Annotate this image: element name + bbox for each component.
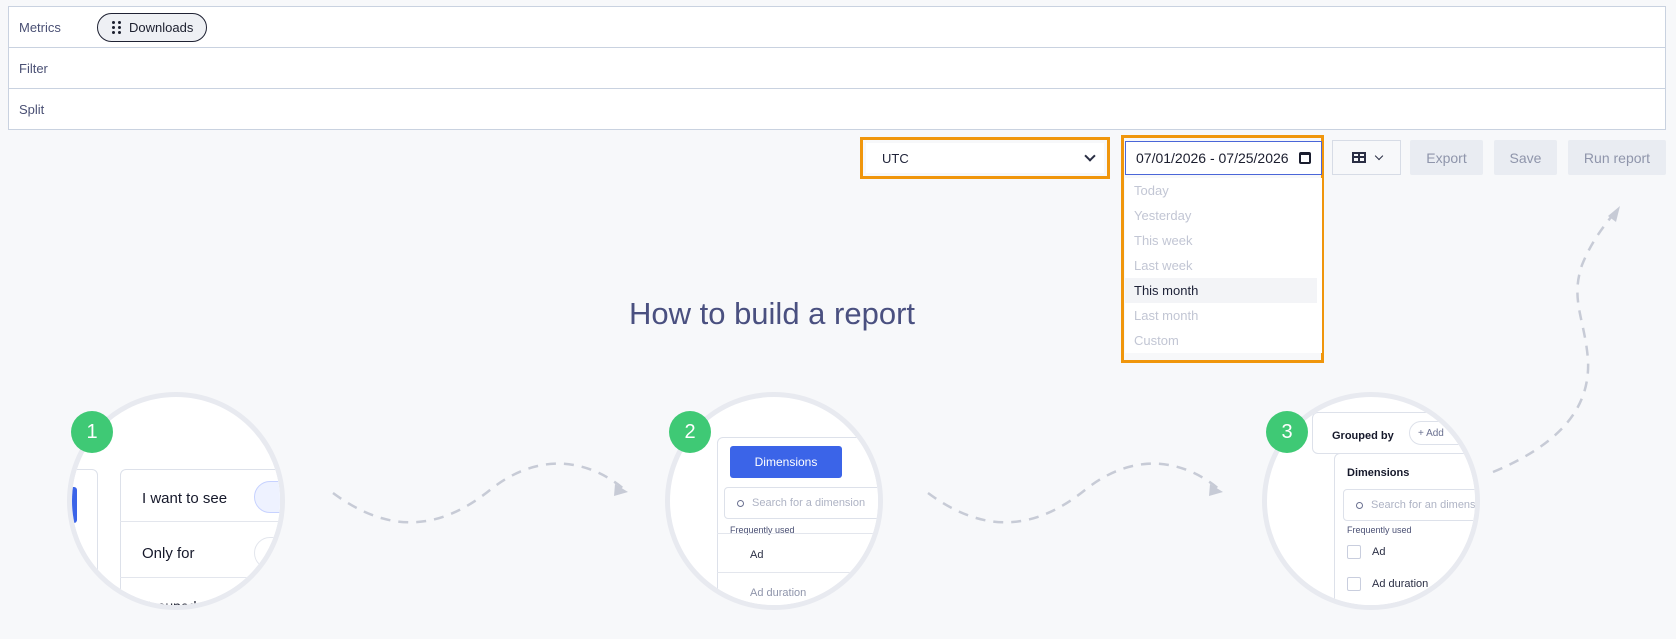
step-badge: 3 [1266,411,1308,453]
step-2-cut-item: Ad duration [750,587,807,599]
step-3-item: Ad duration [1372,578,1429,590]
step-badge: 1 [71,411,113,453]
step-1-row-label: Only for [142,545,195,562]
checkbox-icon [1347,577,1361,591]
divider [120,577,280,578]
arrow-2-3 [927,462,1221,524]
checkbox-icon [1347,545,1361,559]
step-1-row-label: I want to see [142,490,228,507]
step-3-panel-title: Dimensions [1347,467,1410,479]
divider [717,533,878,534]
step-2-search: Search for a dimension [724,487,878,519]
arrow-3-run [1492,211,1616,474]
step-1-accent-bar [72,487,77,523]
step-3-section-label: Frequently used [1347,525,1412,535]
step-2-item: Ad [750,549,764,561]
step-badge: 2 [669,411,711,453]
step-2-dimensions-tab: Dimensions [730,446,842,478]
step-3-search: Search for an dimension [1343,489,1480,521]
search-icon [1356,501,1363,509]
divider [717,572,878,573]
step-3-search-placeholder: Search for an dimension [1371,499,1480,511]
step-1-chip [254,481,280,513]
divider [120,521,280,522]
arrow-1-2 [332,462,626,524]
step-2-search-placeholder: Search for a dimension [752,497,866,509]
step-3-grouped-label: Grouped by [1332,430,1394,442]
search-icon [737,499,744,507]
step-3-item: Ad [1372,546,1386,558]
step-3-add-chip: + Add [1409,421,1475,445]
